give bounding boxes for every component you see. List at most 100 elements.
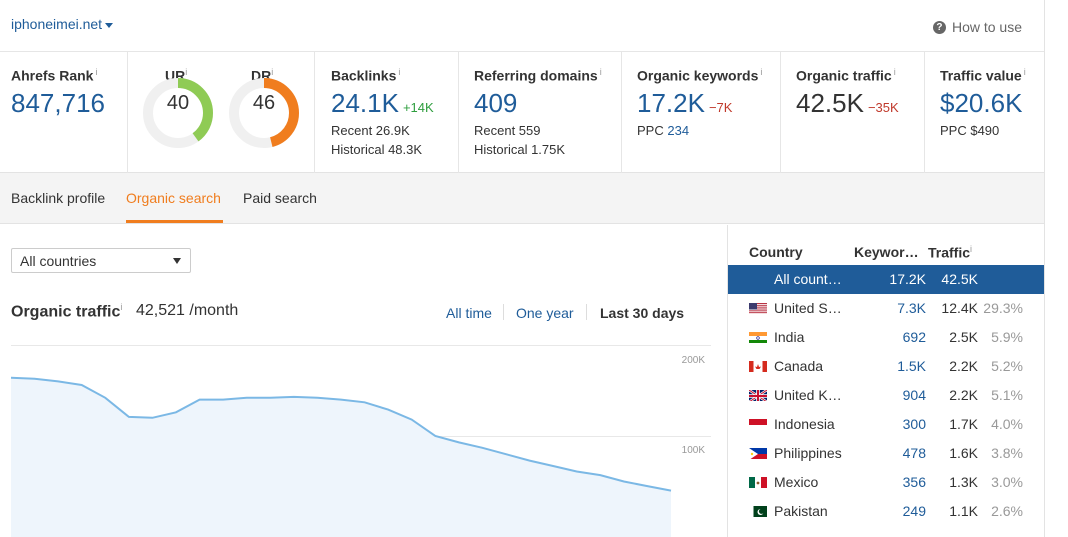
country-row[interactable]: Philippines 478 1.6K 3.8% [728,439,1045,468]
country-select-value: All countries [20,253,97,269]
ur-dr-cell: URi 40 DRi 46 [128,52,315,173]
country-name: Philippines [774,445,842,461]
country-row[interactable]: Canada 1.5K 2.2K 5.2% [728,352,1045,381]
country-traffic-share: 4.0% [991,416,1023,432]
country-traffic-share: 5.1% [991,387,1023,403]
traffic-value-label: Traffic value i [940,67,1026,84]
range-one-year[interactable]: One year [516,305,574,321]
domain-label: iphoneimei.net [11,16,103,32]
country-row[interactable]: Mexico 356 1.3K 3.0% [728,468,1045,497]
organic-traffic-label: Organic traffic i [796,67,896,84]
backlinks-number[interactable]: 24.1K [331,88,399,118]
country-keywords[interactable]: 300 [903,416,926,432]
traffic-header[interactable]: Traffici [928,244,972,261]
country-keywords[interactable]: 1.5K [897,358,926,374]
chevron-down-icon [105,22,114,28]
top-bar: iphoneimei.net ? How to use [0,0,1044,52]
traffic-value-cell: Traffic value i $20.6K PPC $490 [925,52,1044,173]
range-all-time[interactable]: All time [446,305,492,321]
country-traffic-share: 3.0% [991,474,1023,490]
traffic-value-value[interactable]: $20.6K [940,88,1022,119]
flag-ca-icon [749,360,767,372]
country-name: All count… [774,271,842,287]
app-root: iphoneimei.net ? How to use Ahrefs Rank i… [0,0,1068,537]
tab-organic-search[interactable]: Organic search [126,190,221,206]
country-select[interactable]: All countries [11,248,191,273]
dropdown-arrow-icon [173,258,181,264]
country-traffic: 2.5K [949,329,978,345]
organic-keywords-cell: Organic keywords i 17.2K −7K PPC 234 [622,52,781,173]
country-traffic-share: 3.8% [991,445,1023,461]
page-gutter [1044,0,1068,537]
backlinks-label: Backlinks i [331,67,401,84]
referring-domains-cell: Referring domains i 409 Recent 559 Histor… [459,52,622,173]
ahrefs-rank-value[interactable]: 847,716 [11,88,105,119]
tab-paid-search[interactable]: Paid search [243,190,317,206]
country-traffic-share: 29.3% [983,300,1023,316]
country-row[interactable]: All count… 17.2K 42.5K [728,265,1045,294]
organic-traffic-title: Organic traffici [11,302,123,321]
flag-ph-icon [749,447,767,459]
help-icon: ? [932,20,946,34]
country-traffic: 1.1K [949,503,978,519]
country-name: United S… [774,300,842,316]
organic-traffic-chart: 200K 100K [11,345,711,537]
active-tab-indicator [126,220,223,223]
country-traffic-share: 2.6% [991,503,1023,519]
backlinks-cell: Backlinks i 24.1K +14K Recent 26.9K Histor… [315,52,459,173]
keywords-header[interactable]: Keywor… [854,244,919,260]
country-keywords[interactable]: 249 [903,503,926,519]
country-traffic-share: 5.2% [991,358,1023,374]
traffic-value-ppc: PPC $490 [940,123,1000,138]
organic-keywords-label: Organic keywords i [637,67,763,84]
domain-selector[interactable]: iphoneimei.net [11,16,114,32]
country-row[interactable]: United K… 904 2.2K 5.1% [728,381,1045,410]
how-to-use-label: How to use [951,19,1022,35]
flag-us-icon [749,302,767,314]
country-row[interactable]: Pakistan 249 1.1K 2.6% [728,497,1045,526]
tab-bar: Backlink profile Organic search Paid sea… [0,173,1044,224]
range-divider [503,304,504,320]
country-row[interactable]: Indonesia 300 1.7K 4.0% [728,410,1045,439]
backlinks-recent: Recent 26.9K [331,123,410,138]
countries-panel: Country Keywor… Traffici All count… 17.2K… [727,225,1045,537]
country-name: Canada [774,358,824,374]
organic-keywords-number[interactable]: 17.2K [637,88,705,118]
range-last-30-days[interactable]: Last 30 days [600,305,684,321]
country-traffic-share: 5.9% [991,329,1023,345]
country-header[interactable]: Country [749,244,803,260]
tab-backlink-profile[interactable]: Backlink profile [11,190,105,206]
country-traffic: 1.3K [949,474,978,490]
organic-traffic-cell: Organic traffic i 42.5K −35K [781,52,925,173]
country-name: Mexico [774,474,819,490]
country-keywords[interactable]: 904 [903,387,926,403]
y-tick-label: 200K [682,355,706,366]
country-keywords[interactable]: 356 [903,474,926,490]
country-row[interactable]: United S… 7.3K 12.4K 29.3% [728,294,1045,323]
referring-domains-value[interactable]: 409 [474,88,517,119]
organic-keywords-ppc: PPC 234 [637,123,690,138]
country-traffic: 12.4K [941,300,978,316]
country-name: Indonesia [774,416,835,432]
organic-traffic-value: 42.5K −35K [796,88,899,118]
ur-value: 40 [166,92,190,114]
organic-traffic-delta: −35K [867,100,899,115]
country-keywords[interactable]: 692 [903,329,926,345]
country-traffic: 1.6K [949,445,978,461]
country-keywords[interactable]: 17.2K [889,271,926,287]
ppc-keywords-link[interactable]: 234 [667,123,689,138]
country-keywords[interactable]: 478 [903,445,926,461]
country-row[interactable]: India 692 2.5K 5.9% [728,323,1045,352]
flag-gb-icon [749,389,767,401]
range-divider [586,304,587,320]
country-traffic: 2.2K [949,387,978,403]
backlinks-delta: +14K [402,100,434,115]
country-keywords[interactable]: 7.3K [897,300,926,316]
how-to-use-link[interactable]: ? How to use [932,19,1022,35]
flag-id-icon [749,418,767,430]
organic-keywords-value: 17.2K −7K [637,88,732,119]
flag-pk-icon [749,505,767,517]
country-traffic: 42.5K [941,271,978,287]
backlinks-value: 24.1K +14K [331,88,434,119]
ahrefs-rank-label: Ahrefs Rank i [11,67,98,84]
